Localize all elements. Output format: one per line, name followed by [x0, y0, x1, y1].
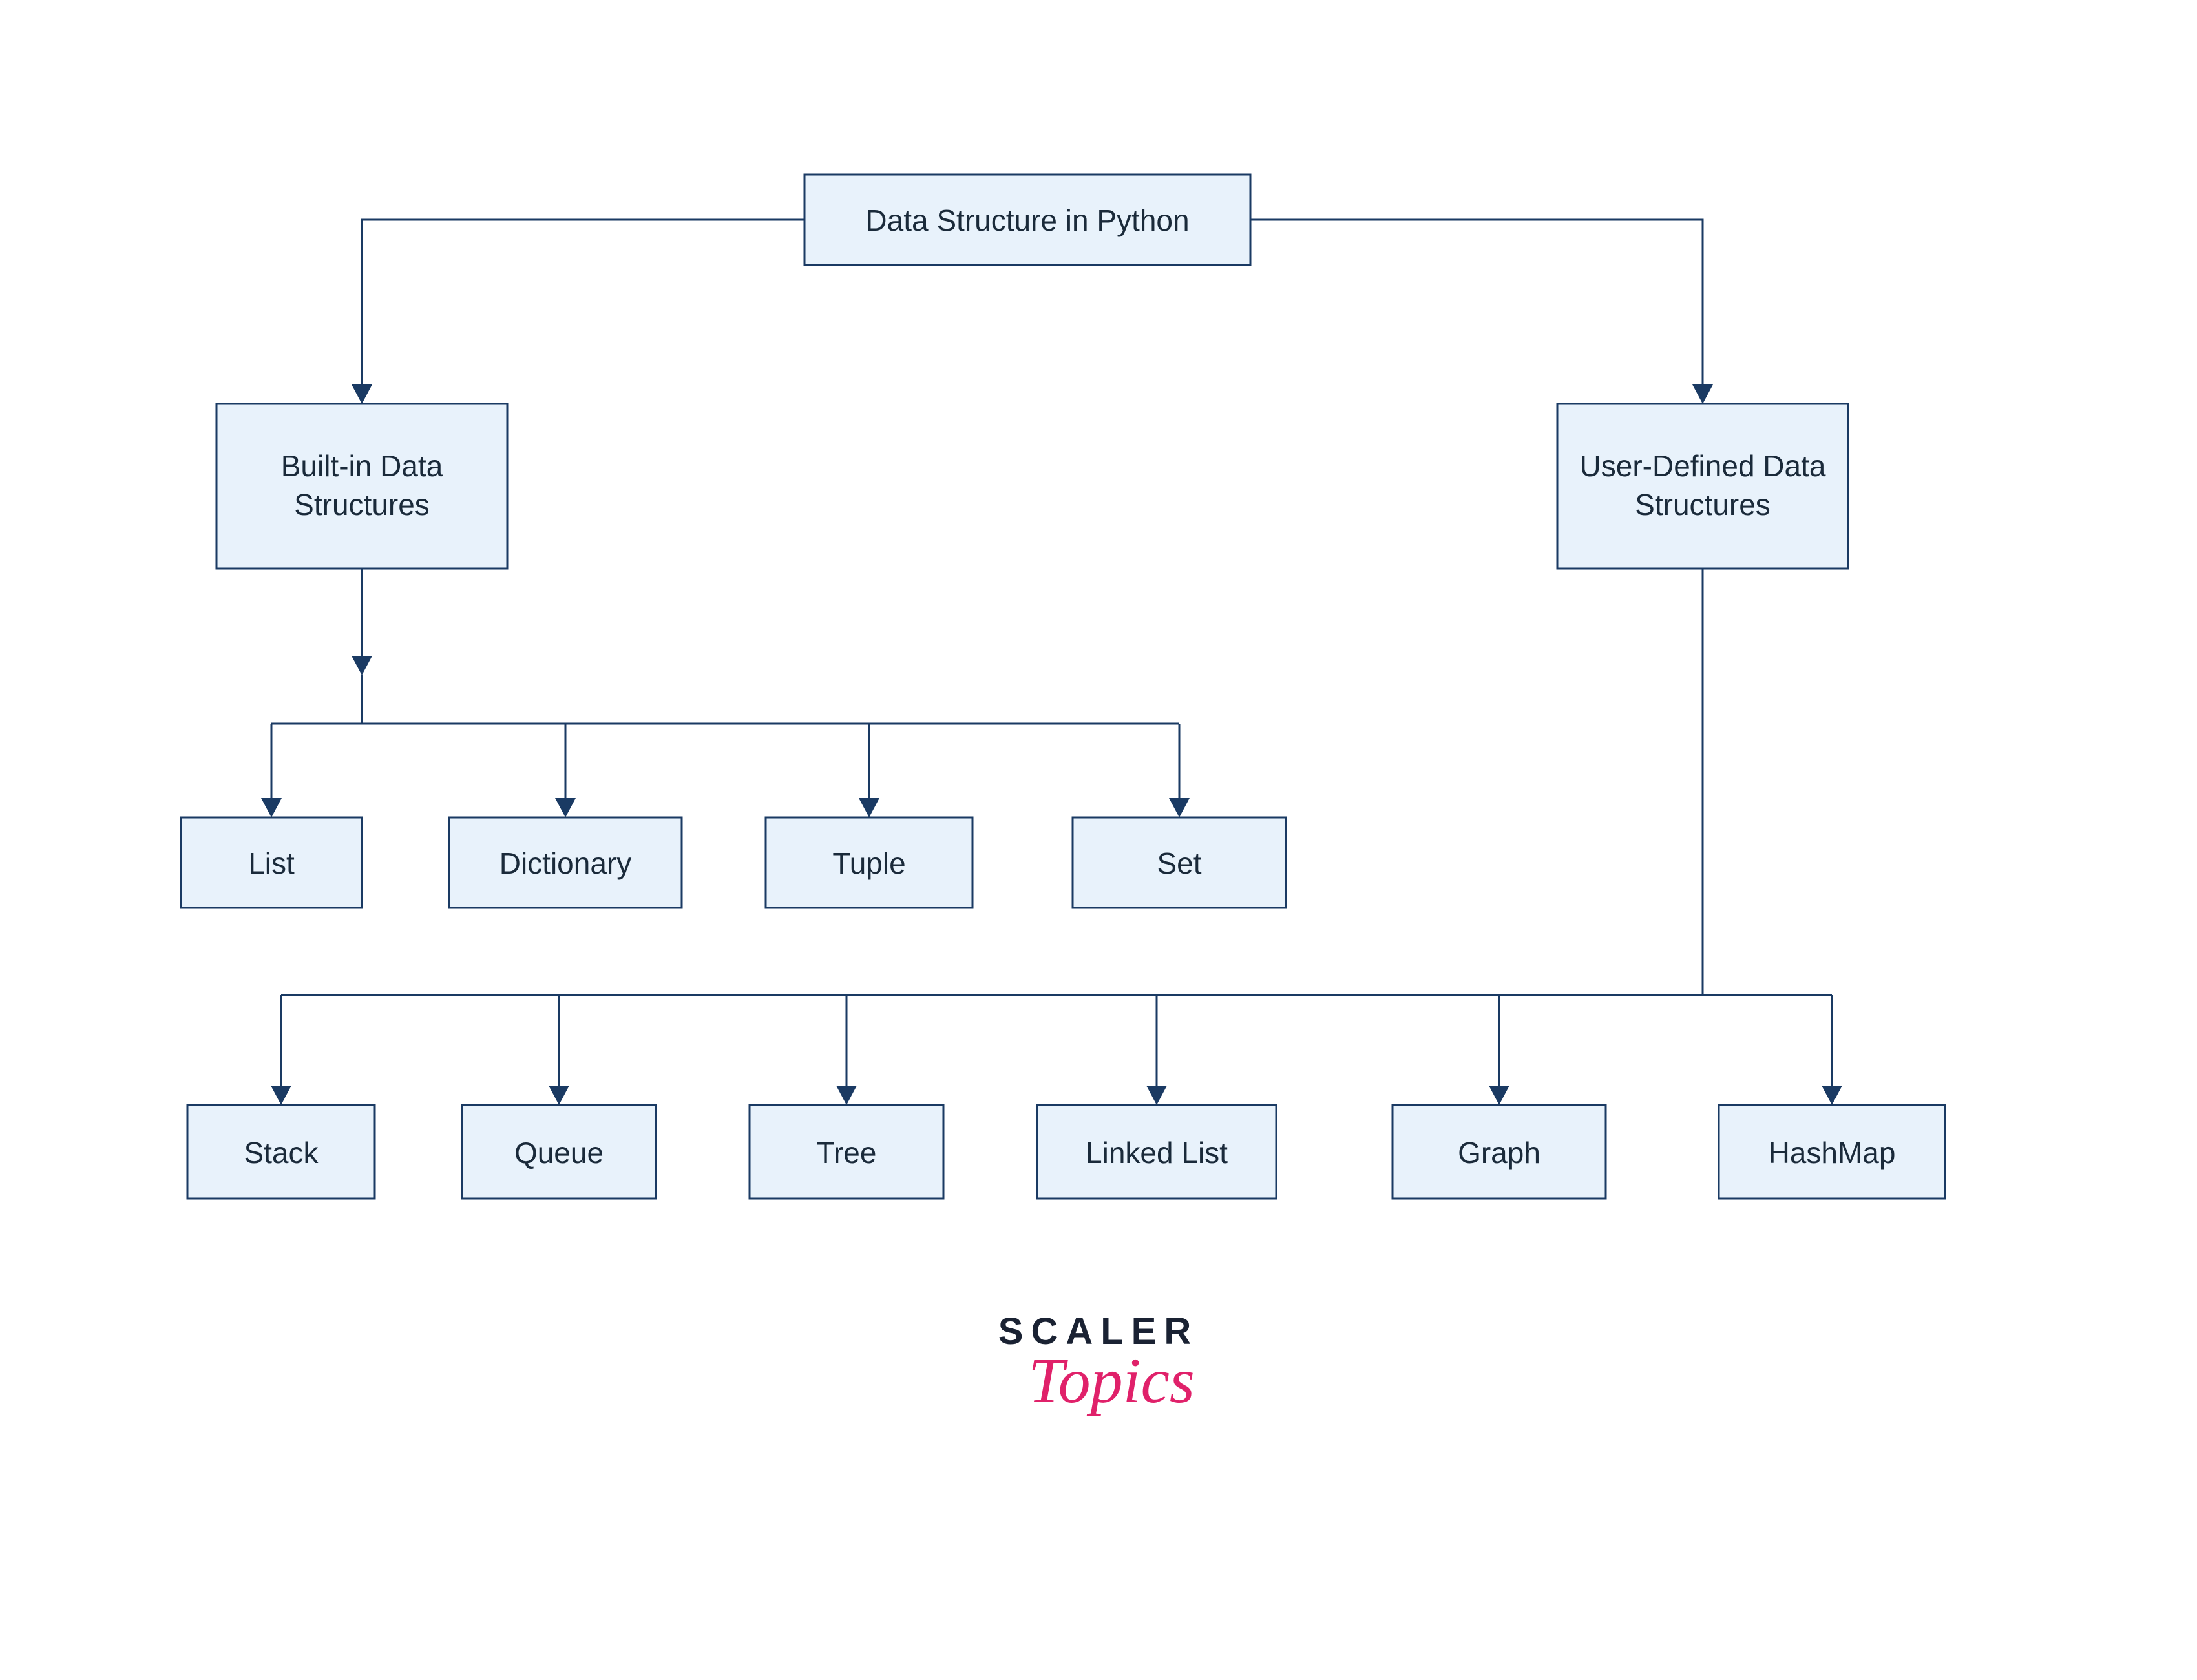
userdef-child-4-label: Graph	[1458, 1136, 1540, 1170]
builtin-connector	[261, 569, 1190, 817]
builtin-label-line1: Built-in Data	[281, 449, 443, 483]
builtin-child-set: Set	[1073, 817, 1286, 908]
userdef-label-line1: User-Defined Data	[1580, 449, 1826, 483]
userdef-node: User-Defined Data Structures	[1557, 404, 1848, 569]
userdef-child-graph: Graph	[1393, 1105, 1606, 1199]
userdef-child-linkedlist: Linked List	[1037, 1105, 1276, 1199]
userdef-child-3-label: Linked List	[1086, 1136, 1228, 1170]
userdef-child-queue: Queue	[462, 1105, 656, 1199]
root-label: Data Structure in Python	[865, 204, 1189, 237]
userdef-child-tree: Tree	[750, 1105, 943, 1199]
builtin-child-2-label: Tuple	[832, 846, 905, 880]
builtin-child-3-label: Set	[1157, 846, 1201, 880]
userdef-child-1-label: Queue	[514, 1136, 604, 1170]
builtin-child-list: List	[181, 817, 362, 908]
userdef-child-stack: Stack	[187, 1105, 375, 1199]
builtin-child-1-label: Dictionary	[499, 846, 632, 880]
userdef-child-2-label: Tree	[817, 1136, 877, 1170]
userdef-label-line2: Structures	[1635, 488, 1771, 521]
logo-script-text: Topics	[1028, 1345, 1195, 1416]
builtin-label-line2: Structures	[294, 488, 430, 521]
logo: SCALER Topics	[998, 1310, 1199, 1416]
userdef-child-5-label: HashMap	[1769, 1136, 1896, 1170]
builtin-node: Built-in Data Structures	[216, 404, 507, 569]
root-node: Data Structure in Python	[804, 174, 1250, 265]
builtin-child-dictionary: Dictionary	[449, 817, 682, 908]
userdef-child-hashmap: HashMap	[1719, 1105, 1945, 1199]
userdef-child-0-label: Stack	[244, 1136, 319, 1170]
builtin-child-tuple: Tuple	[766, 817, 972, 908]
builtin-child-0-label: List	[248, 846, 295, 880]
